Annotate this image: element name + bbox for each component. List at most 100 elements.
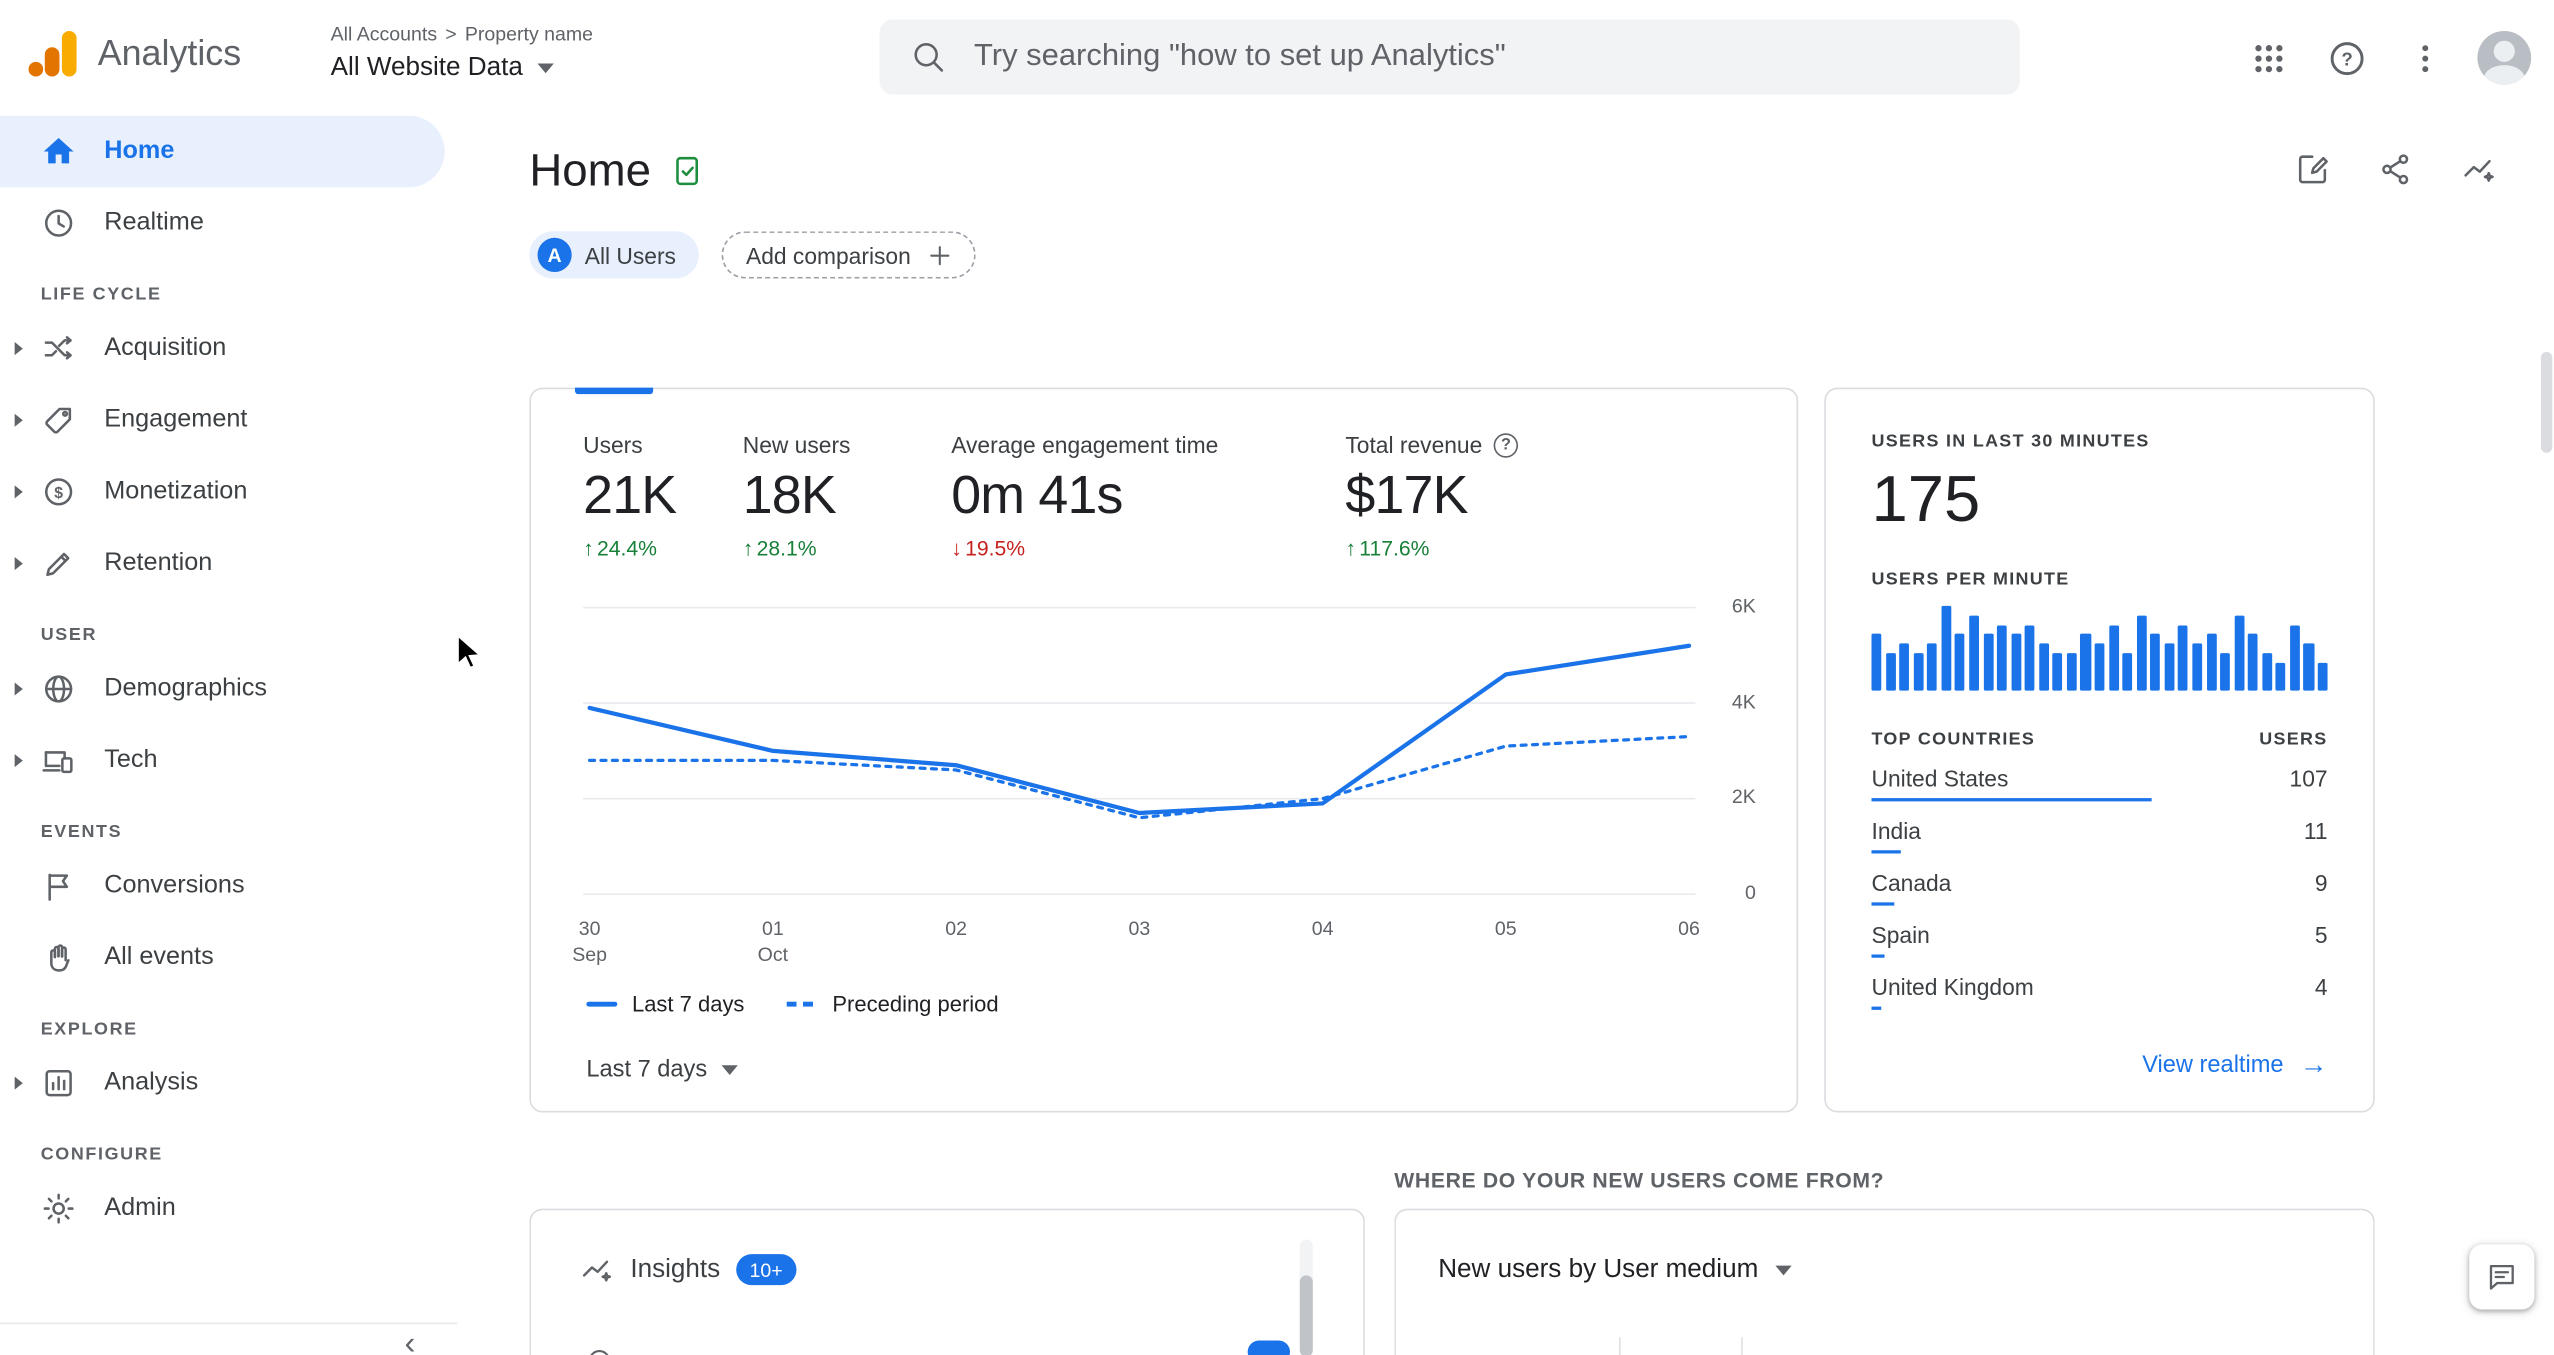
sidebar-item-conversions[interactable]: Conversions (0, 850, 458, 922)
share-button[interactable] (2360, 134, 2432, 206)
collapse-sidebar-icon[interactable]: ‹ (404, 1327, 415, 1355)
search-input[interactable] (974, 39, 1989, 75)
minute-bar (2178, 625, 2189, 691)
country-users: 107 (2289, 765, 2328, 792)
view-realtime-link[interactable]: View realtime → (2142, 1049, 2327, 1082)
minute-bar (2066, 653, 2077, 691)
topbar-actions: ? (2233, 0, 2532, 116)
breadcrumb: All Accounts > Property name All Website… (331, 23, 593, 83)
engagement-tag-icon (45, 407, 72, 434)
customize-report-button[interactable] (2277, 134, 2349, 206)
chevron-down-icon (721, 1065, 739, 1076)
metric-delta: ↑ 24.4% (583, 535, 658, 561)
insights-scrollbar-thumb[interactable] (1299, 1275, 1313, 1355)
metric-delta: ↑ 28.1% (742, 535, 817, 561)
help-button[interactable]: ? (2311, 22, 2383, 94)
metric-total-revenue[interactable]: Total revenue ? $17K ↑ 117.6% (1345, 432, 1519, 561)
sidebar-section-configure: CONFIGURE (40, 1145, 163, 1165)
analytics-logo-icon (28, 30, 77, 77)
new-users-dimension-selector[interactable]: New users by User medium (1438, 1256, 1791, 1285)
retention-pencil-icon (46, 552, 70, 577)
search-bar[interactable] (879, 19, 2020, 95)
minute-bar (2136, 615, 2147, 691)
page-scrollbar-thumb[interactable] (2540, 351, 2553, 453)
sidebar-item-realtime[interactable]: Realtime (0, 187, 458, 259)
property-selector-label: All Website Data (330, 53, 523, 82)
metric-engagement-time[interactable]: Average engagement time 0m 41s ↓ 19.5% (951, 432, 1345, 561)
sidebar-item-engagement[interactable]: Engagement (0, 384, 458, 456)
gear-icon (43, 1193, 74, 1224)
country-bar (1871, 954, 1885, 958)
country-name: Canada (1871, 869, 1952, 896)
country-row: Canada 9 (1871, 869, 2328, 906)
insights-count-badge: 10+ (736, 1254, 796, 1286)
users-trend-chart (583, 591, 1696, 910)
apps-grid-button[interactable] (2233, 22, 2305, 94)
x-axis-tick: 02 (945, 917, 967, 940)
analytics-logo[interactable]: Analytics (28, 30, 242, 77)
table-column-divider (1619, 1337, 1621, 1355)
app-name: Analytics (97, 32, 242, 74)
metric-new-users[interactable]: New users 18K ↑ 28.1% (743, 432, 951, 561)
x-axis-labels: 30 Sep 01 Oct 02 03 04 05 06 (572, 917, 1700, 976)
sidebar-item-label: Acquisition (104, 333, 227, 362)
minute-bar (2052, 653, 2063, 691)
kebab-menu-icon (2422, 44, 2429, 72)
share-icon (2382, 154, 2409, 185)
breadcrumb-property[interactable]: Property name (465, 23, 593, 46)
add-comparison-button[interactable]: Add comparison (721, 231, 976, 279)
devices-icon (42, 751, 73, 774)
minute-bar (2010, 633, 2021, 691)
comparison-chips: A All Users Add comparison (529, 231, 976, 279)
metric-users[interactable]: Users 21K ↑ 24.4% (583, 432, 743, 561)
insights-header: Insights 10+ (580, 1253, 796, 1287)
chart-legend: Last 7 days Preceding period (586, 992, 999, 1016)
minute-bar (1955, 633, 1966, 691)
chevron-down-icon (1774, 1265, 1791, 1276)
property-selector[interactable]: All Website Data (331, 54, 593, 83)
new-users-card: New users by User medium (1394, 1208, 2375, 1355)
sidebar-item-label: Tech (104, 745, 158, 774)
users-column-label: USERS (2259, 729, 2328, 750)
svg-text:$: $ (54, 485, 63, 502)
date-range-selector[interactable]: Last 7 days (577, 1047, 748, 1093)
country-name: United States (1871, 765, 2009, 792)
sidebar-item-demographics[interactable]: Demographics (0, 653, 458, 725)
country-users: 11 (2303, 817, 2328, 844)
feedback-button[interactable] (2469, 1244, 2535, 1310)
report-actions (2277, 134, 2515, 206)
ga-home-screen: Analytics All Accounts > Property name A… (0, 0, 2554, 1355)
avatar[interactable] (2477, 30, 2532, 85)
sidebar-item-analysis[interactable]: Analysis (0, 1047, 458, 1119)
mouse-cursor (456, 633, 484, 670)
help-icon: ? (2330, 41, 2364, 75)
country-users: 9 (2314, 869, 2328, 896)
sidebar-item-acquisition[interactable]: Acquisition (0, 313, 458, 385)
breadcrumb-account[interactable]: All Accounts (331, 23, 437, 46)
sidebar-item-monetization[interactable]: $ Monetization (0, 456, 458, 528)
sidebar-item-admin[interactable]: Admin (0, 1173, 458, 1245)
sidebar-item-label: Demographics (104, 674, 268, 703)
apps-grid-icon (2255, 44, 2283, 72)
chevron-down-icon (537, 63, 554, 74)
sidebar-item-label: All events (104, 943, 214, 971)
report-check-icon (675, 156, 698, 186)
metric-value: 0m 41s (951, 464, 1123, 525)
all-users-chip[interactable]: A All Users (529, 231, 699, 279)
help-icon[interactable]: ? (1493, 432, 1519, 457)
sidebar: Home Realtime LIFE CYCLE Acquisition Eng… (0, 115, 458, 1355)
metric-delta: ↑ 117.6% (1345, 535, 1430, 561)
country-row: United States 107 (1871, 765, 2328, 802)
sidebar-item-all-events[interactable]: All events (0, 922, 458, 994)
kebab-menu-button[interactable] (2389, 22, 2461, 94)
insights-title: Insights (630, 1254, 721, 1283)
sidebar-item-tech[interactable]: Tech (0, 725, 458, 797)
metric-label: Users (583, 431, 643, 458)
minute-bar (2094, 643, 2105, 691)
sidebar-item-retention[interactable]: Retention (0, 528, 458, 600)
sidebar-item-home[interactable]: Home (0, 115, 445, 188)
country-bar (1871, 902, 1896, 906)
insights-panel-button[interactable] (2443, 134, 2515, 206)
users-per-minute-label: USERS PER MINUTE (1871, 570, 2070, 590)
minute-bar (1885, 653, 1896, 691)
